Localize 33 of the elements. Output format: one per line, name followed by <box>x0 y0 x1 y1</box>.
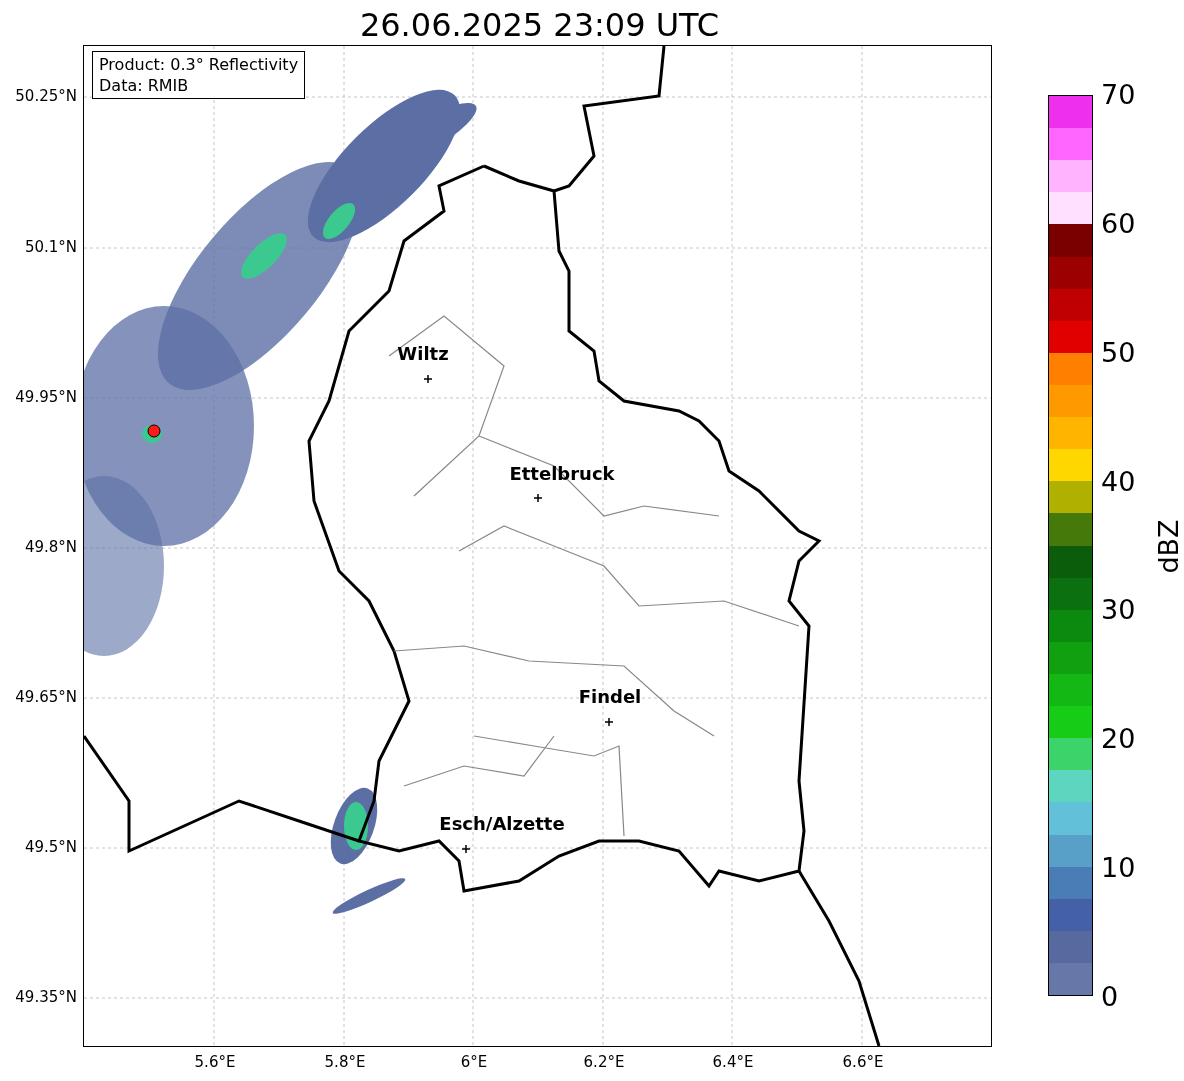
axis-tick-label: 50.25°N <box>15 87 77 105</box>
axis-tick-label: 49.5°N <box>24 838 77 856</box>
city-label: Esch/Alzette <box>439 813 565 835</box>
scale-tick-label: 20 <box>1101 724 1136 755</box>
scale-tick-label: 40 <box>1101 466 1136 497</box>
city-label: Ettelbruck <box>509 463 615 485</box>
city-marker-icon <box>605 718 613 726</box>
axis-tick-label: 49.8°N <box>24 538 77 556</box>
scale-title: dBZ <box>1152 518 1184 574</box>
city-marker-icon <box>462 845 470 853</box>
axis-tick-label: 6.2°E <box>583 1053 625 1071</box>
chart-title: 26.06.2025 23:09 UTC <box>358 5 721 45</box>
scale-tick-label: 50 <box>1101 337 1136 368</box>
axis-tick-label: 5.8°E <box>324 1053 366 1071</box>
axis-tick-label: 6.4°E <box>712 1053 754 1071</box>
axis-tick-label: 5.6°E <box>194 1053 236 1071</box>
city-marker-icon <box>534 494 542 502</box>
axis-tick-label: 6.6°E <box>842 1053 884 1071</box>
info-text: Data: RMIB <box>99 75 190 96</box>
city-label: Findel <box>578 686 642 708</box>
info-text: Product: 0.3° Reflectivity <box>99 54 299 75</box>
scale-tick-label: 0 <box>1101 981 1120 1012</box>
scale-tick-label: 10 <box>1101 853 1136 884</box>
scale-tick-label: 70 <box>1101 80 1136 110</box>
axis-tick-label: 49.65°N <box>15 688 77 706</box>
scale-tick-label: 30 <box>1101 595 1136 626</box>
axis-tick-label: 50.1°N <box>24 238 77 256</box>
city-marker-icon <box>424 375 432 383</box>
scale-tick-label: 60 <box>1101 208 1136 239</box>
axis-tick-label: 6°E <box>460 1053 488 1071</box>
axis-tick-label: 49.95°N <box>15 388 77 406</box>
axis-tick-label: 49.35°N <box>15 988 77 1006</box>
city-label: Wiltz <box>397 343 449 365</box>
